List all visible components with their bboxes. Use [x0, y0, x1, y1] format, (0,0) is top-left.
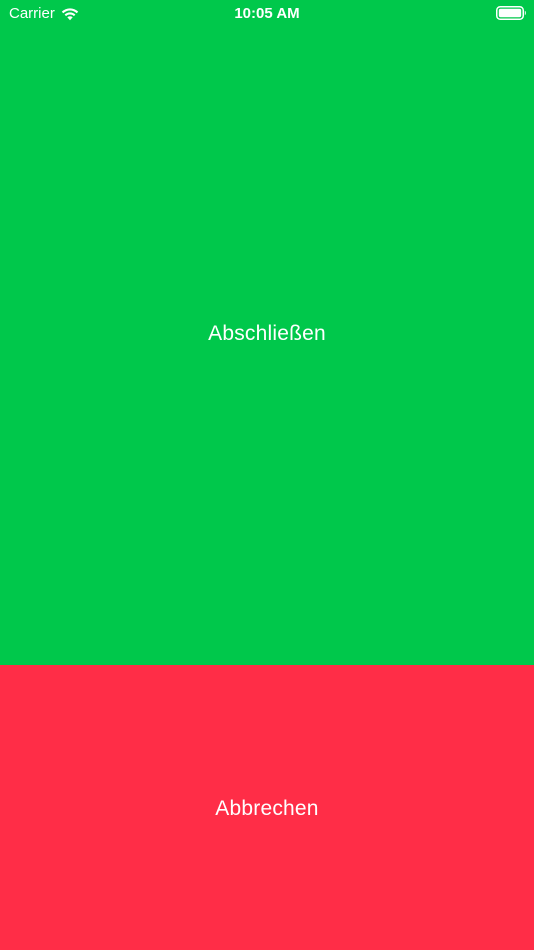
- complete-button[interactable]: Abschließen: [0, 0, 534, 665]
- status-time: 10:05 AM: [234, 5, 300, 22]
- status-bar: Carrier 10:05 AM: [0, 0, 534, 28]
- cancel-button-label: Abbrechen: [215, 796, 319, 820]
- app-screen: Carrier 10:05 AM Abschließen Abbrechen: [0, 0, 534, 950]
- cancel-button[interactable]: Abbrechen: [0, 665, 534, 950]
- complete-button-label: Abschließen: [208, 321, 326, 345]
- battery-icon: [496, 6, 526, 20]
